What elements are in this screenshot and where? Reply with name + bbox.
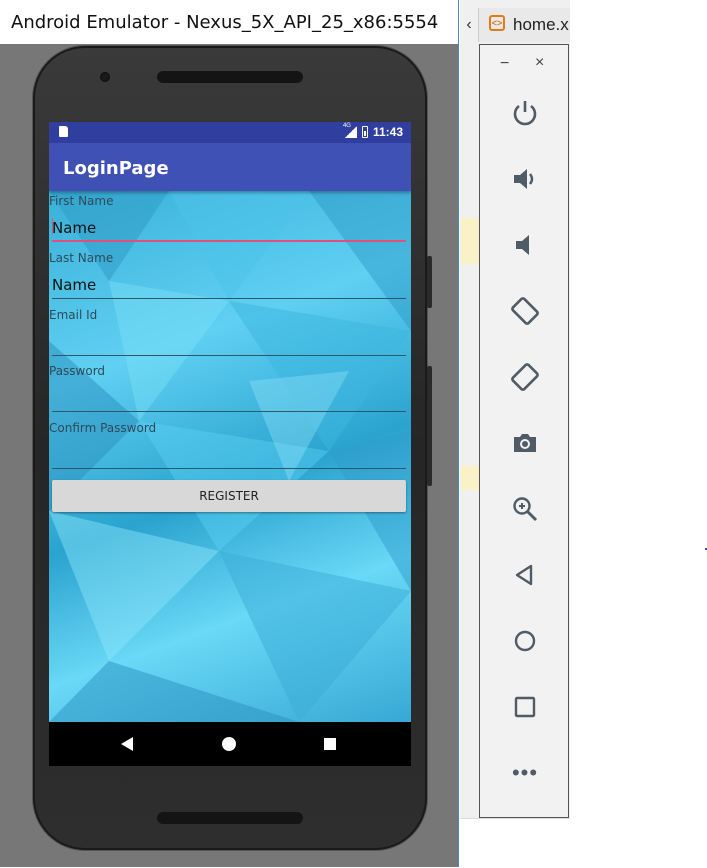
last-name-label: Last Name bbox=[49, 251, 114, 265]
front-camera bbox=[100, 72, 110, 82]
more-icon: ••• bbox=[511, 760, 539, 785]
home-icon bbox=[514, 630, 536, 652]
ide-highlight-line bbox=[460, 466, 480, 490]
ide-tab-label: home.x bbox=[513, 15, 569, 34]
app-bar: LoginPage bbox=[49, 143, 411, 191]
emulator-toolbar: − × ••• bbox=[479, 44, 569, 818]
device-screen: 4G 11:43 LoginPage First Name Name Last … bbox=[49, 122, 411, 766]
sd-card-icon bbox=[59, 126, 68, 137]
volume-up-icon bbox=[514, 169, 534, 189]
volume-down-button[interactable] bbox=[502, 222, 548, 268]
home-button[interactable] bbox=[502, 618, 548, 664]
last-name-input[interactable]: Name bbox=[52, 273, 406, 299]
close-button[interactable]: × bbox=[535, 54, 544, 72]
ide-tab-home[interactable]: <> home.x bbox=[478, 8, 571, 42]
nav-back-icon[interactable] bbox=[121, 737, 133, 751]
confirm-password-input[interactable] bbox=[52, 443, 406, 469]
top-speaker bbox=[157, 71, 303, 83]
title-bar[interactable]: Android Emulator - Nexus_5X_API_25_x86:5… bbox=[0, 0, 458, 44]
device-side-button bbox=[427, 256, 432, 308]
tab-scroll-arrow-icon[interactable]: ‹ bbox=[460, 10, 478, 40]
more-button[interactable]: ••• bbox=[502, 750, 548, 796]
xml-file-icon: <> bbox=[489, 15, 505, 31]
app-title: LoginPage bbox=[63, 158, 169, 179]
email-label: Email Id bbox=[49, 308, 98, 322]
email-input[interactable] bbox=[52, 330, 406, 356]
password-input[interactable] bbox=[52, 386, 406, 412]
battery-icon bbox=[361, 126, 368, 138]
power-icon bbox=[513, 101, 537, 126]
window-title: Android Emulator - Nexus_5X_API_25_x86:5… bbox=[11, 12, 439, 33]
rotate-right-icon bbox=[511, 363, 539, 391]
ide-highlight-line bbox=[460, 218, 480, 264]
rotate-right-button[interactable] bbox=[502, 354, 548, 400]
zoom-button[interactable] bbox=[502, 486, 548, 532]
rotate-left-button[interactable] bbox=[502, 288, 548, 334]
navigation-bar bbox=[49, 722, 411, 766]
form-content: First Name Name Last Name Name Email Id … bbox=[49, 191, 411, 722]
ide-bottom-area bbox=[460, 818, 570, 868]
status-clock: 11:43 bbox=[372, 125, 403, 139]
overview-button[interactable] bbox=[502, 684, 548, 730]
desktop-blank bbox=[570, 0, 707, 867]
confirm-password-label: Confirm Password bbox=[49, 421, 157, 435]
signal-icon: 4G bbox=[342, 123, 357, 138]
password-label: Password bbox=[49, 364, 106, 378]
network-type: 4G bbox=[342, 123, 351, 129]
zoom-icon bbox=[513, 497, 538, 522]
rotate-left-icon bbox=[511, 297, 539, 325]
volume-up-button[interactable] bbox=[502, 156, 548, 202]
power-button[interactable] bbox=[502, 90, 548, 136]
camera-icon bbox=[514, 434, 536, 452]
device-side-button bbox=[427, 366, 432, 486]
volume-down-icon bbox=[516, 235, 529, 255]
back-icon bbox=[515, 564, 533, 586]
register-button[interactable]: REGISTER bbox=[52, 480, 406, 512]
first-name-input[interactable]: Name bbox=[52, 216, 406, 242]
text-cursor bbox=[52, 218, 53, 234]
nav-recents-icon[interactable] bbox=[324, 738, 336, 750]
minimize-button[interactable]: − bbox=[500, 55, 509, 73]
first-name-label: First Name bbox=[49, 194, 114, 208]
back-button[interactable] bbox=[502, 552, 548, 598]
status-bar: 4G 11:43 bbox=[49, 122, 411, 143]
nav-home-icon[interactable] bbox=[222, 737, 236, 751]
bottom-speaker bbox=[157, 812, 303, 824]
screenshot-button[interactable] bbox=[502, 420, 548, 466]
overview-icon bbox=[514, 696, 536, 718]
